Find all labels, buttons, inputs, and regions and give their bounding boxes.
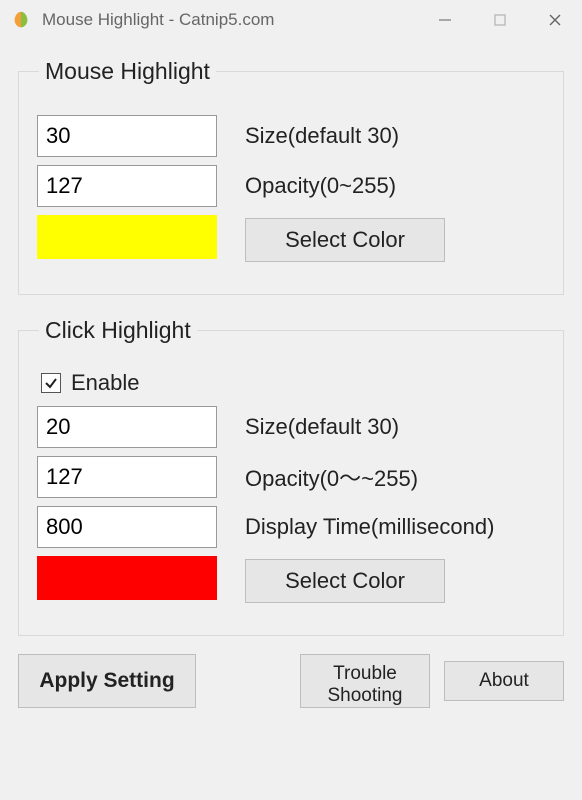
mouse-opacity-row: Opacity(0~255): [37, 165, 545, 207]
client-area: Mouse Highlight Size(default 30) Opacity…: [0, 40, 582, 800]
click-displaytime-row: Display Time(millisecond): [37, 506, 545, 548]
click-size-row: Size(default 30): [37, 406, 545, 448]
mouse-color-row: Select Color: [37, 215, 545, 264]
app-window: Mouse Highlight - Catnip5.com Mouse High…: [0, 0, 582, 800]
mouse-size-input[interactable]: [37, 115, 217, 157]
click-enable-label: Enable: [71, 370, 140, 396]
window-controls: [417, 0, 582, 40]
click-highlight-group: Click Highlight Enable Size(default 30): [18, 317, 564, 636]
trouble-shooting-button[interactable]: Trouble Shooting: [300, 654, 430, 708]
click-select-color-button[interactable]: Select Color: [245, 559, 445, 603]
mouse-highlight-legend: Mouse Highlight: [39, 58, 216, 85]
mouse-select-color-button[interactable]: Select Color: [245, 218, 445, 262]
click-displaytime-input[interactable]: [37, 506, 217, 548]
minimize-button[interactable]: [417, 0, 472, 40]
window-title: Mouse Highlight - Catnip5.com: [42, 10, 274, 30]
mouse-color-swatch: [37, 215, 217, 259]
mouse-opacity-label: Opacity(0~255): [217, 173, 545, 199]
click-opacity-label: Opacity(0～~255): [217, 461, 545, 493]
apply-setting-button[interactable]: Apply Setting: [18, 654, 196, 708]
click-size-input[interactable]: [37, 406, 217, 448]
click-highlight-legend: Click Highlight: [39, 317, 197, 344]
bottom-button-bar: Apply Setting Trouble Shooting About: [18, 650, 564, 718]
click-opacity-input[interactable]: [37, 456, 217, 498]
app-icon: [10, 9, 32, 31]
click-displaytime-label: Display Time(millisecond): [217, 514, 545, 540]
click-enable-checkbox[interactable]: [41, 373, 61, 393]
maximize-button[interactable]: [472, 0, 527, 40]
mouse-size-row: Size(default 30): [37, 115, 545, 157]
mouse-size-label: Size(default 30): [217, 123, 545, 149]
about-button[interactable]: About: [444, 661, 564, 701]
close-button[interactable]: [527, 0, 582, 40]
mouse-opacity-input[interactable]: [37, 165, 217, 207]
mouse-highlight-group: Mouse Highlight Size(default 30) Opacity…: [18, 58, 564, 295]
click-enable-row: Enable: [41, 370, 545, 396]
click-opacity-row: Opacity(0～~255): [37, 456, 545, 498]
click-color-row: Select Color: [37, 556, 545, 605]
click-color-swatch: [37, 556, 217, 600]
checkmark-icon: [43, 375, 59, 391]
titlebar: Mouse Highlight - Catnip5.com: [0, 0, 582, 40]
click-size-label: Size(default 30): [217, 414, 545, 440]
